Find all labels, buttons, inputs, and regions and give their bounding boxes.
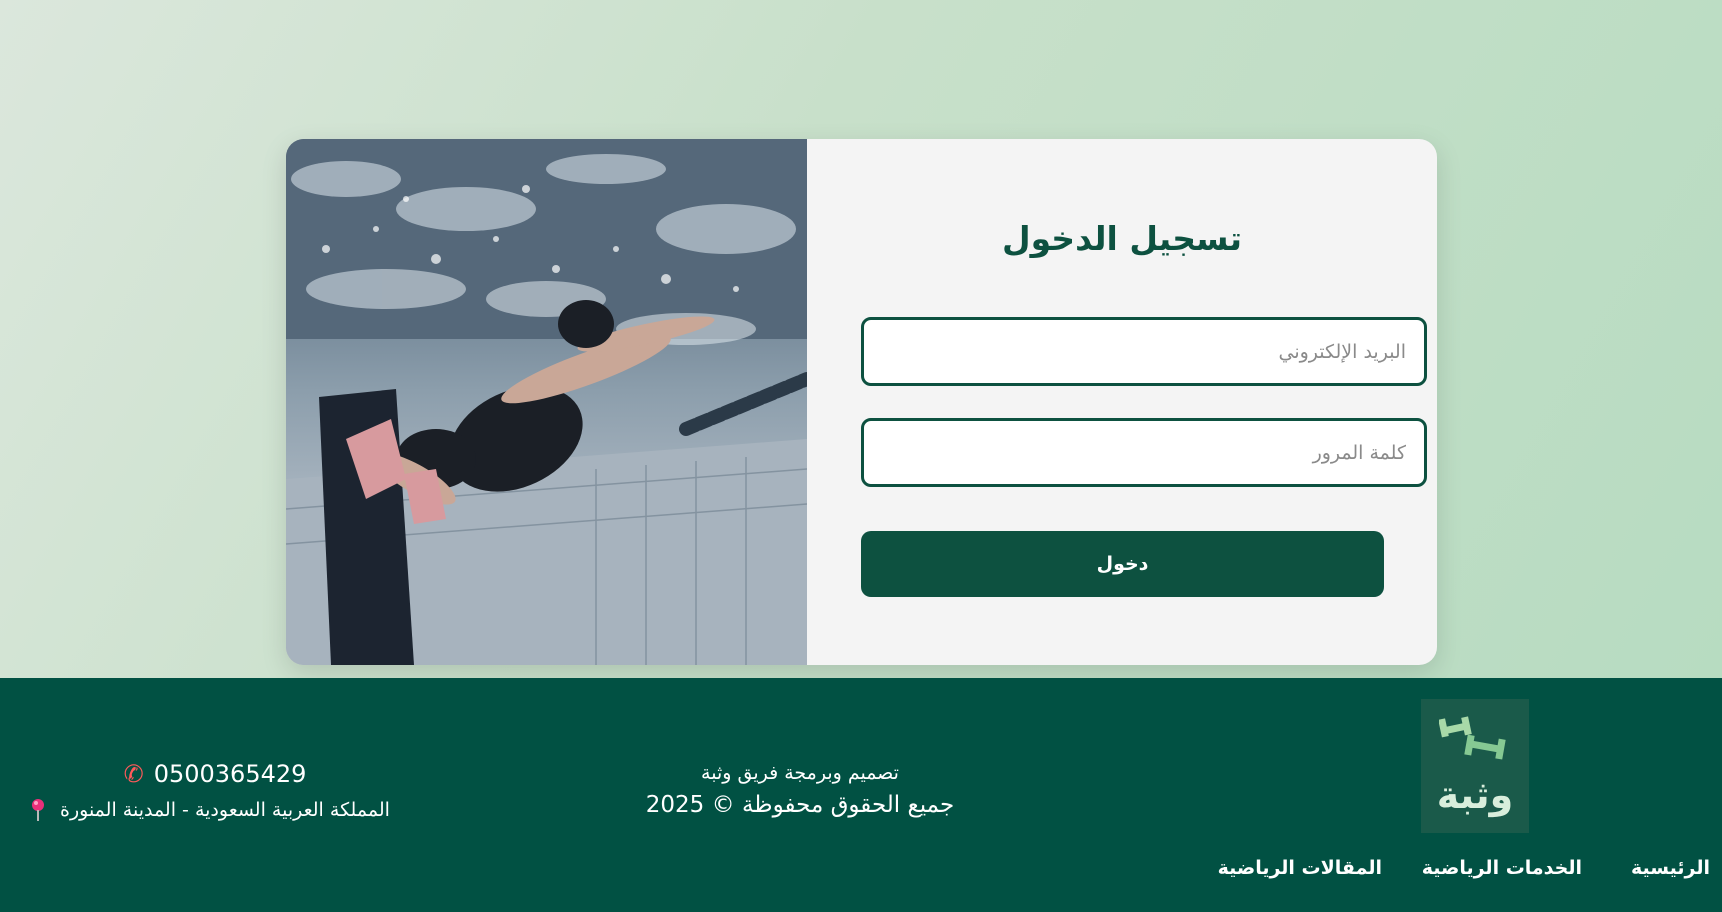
nav-link-home[interactable]: الرئيسية [1631, 857, 1710, 879]
footer-credits: تصميم وبرمجة فريق وثبة جميع الحقوق محفوظ… [620, 762, 980, 818]
login-form: تسجيل الدخول دخول [807, 139, 1437, 665]
nav-link-articles[interactable]: المقالات الرياضية [1218, 857, 1382, 879]
footer-contact: ✆ 0500365429 المملكة العربية السعودية - … [30, 760, 400, 822]
login-card: تسجيل الدخول دخول [286, 139, 1437, 665]
logo[interactable]: وثبة [1421, 699, 1529, 833]
logo-dumbbell-icon [1439, 716, 1506, 760]
copyright-text: جميع الحقوق محفوظة © 2025 [645, 792, 955, 818]
credits-line: تصميم وبرمجة فريق وثبة [701, 762, 899, 784]
swimmer-illustration [286, 139, 807, 665]
password-field[interactable] [861, 418, 1427, 487]
login-button[interactable]: دخول [861, 531, 1384, 597]
email-field[interactable] [861, 317, 1427, 386]
nav-link-services[interactable]: الخدمات الرياضية [1422, 857, 1582, 879]
address-text: المملكة العربية السعودية - المدينة المنو… [60, 799, 390, 821]
swimmer-photo [286, 139, 807, 665]
footer-nav: الرئيسية الخدمات الرياضية المقالات الريا… [0, 857, 1722, 887]
phone-icon: ✆ [123, 760, 144, 788]
phone-number[interactable]: 0500365429 [154, 760, 307, 788]
logo-text: وثبة [1436, 773, 1514, 817]
login-title: تسجيل الدخول [1001, 219, 1243, 258]
phone-row: ✆ 0500365429 [30, 760, 400, 788]
location-pin-icon [32, 799, 44, 821]
footer: وثبة تصميم وبرمجة فريق وثبة جميع الحقوق … [0, 678, 1722, 912]
address-row: المملكة العربية السعودية - المدينة المنو… [30, 798, 400, 822]
